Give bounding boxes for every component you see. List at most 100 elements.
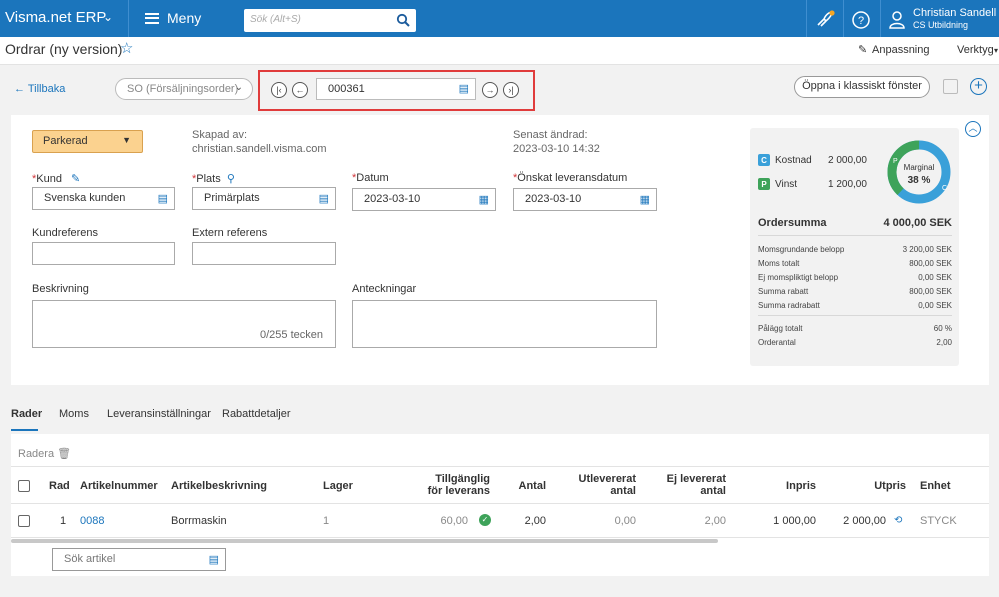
- cell-utpris[interactable]: 2 000,00: [826, 515, 886, 527]
- status-dropdown[interactable]: Parkerad ▼: [32, 130, 143, 153]
- select-all-checkbox[interactable]: [18, 480, 30, 492]
- row-checkbox[interactable]: [18, 515, 30, 527]
- column-header-lager[interactable]: Lager: [323, 480, 353, 492]
- cost-label: Kostnad: [775, 154, 812, 166]
- delete-label: Radera: [18, 448, 55, 460]
- cell-tillganglig: 60,00: [440, 515, 468, 527]
- column-header-utlevererat[interactable]: Utlevererat antal: [566, 473, 636, 497]
- global-search-input[interactable]: Sök (Alt+S): [244, 9, 416, 32]
- calendar-icon[interactable]: ▦: [479, 193, 489, 206]
- description-counter: 0/255 tecken: [260, 329, 323, 341]
- customer-ref-input[interactable]: [32, 242, 175, 265]
- cell-enhet: STYCK: [920, 515, 957, 527]
- edit-pencil-icon[interactable]: ✎: [71, 173, 80, 185]
- margin-donut-chart: P C Marginal 38 %: [887, 140, 951, 204]
- order-type-select[interactable]: SO (Försäljningsorder) ⌄: [115, 78, 253, 100]
- customer-label: *Kund ✎: [32, 172, 80, 185]
- notifications-rocket-icon[interactable]: [815, 10, 835, 31]
- horizontal-scrollbar[interactable]: [11, 539, 718, 543]
- customize-icon: ✎: [858, 44, 868, 56]
- menu-label: Meny: [167, 10, 202, 26]
- favorite-star-icon[interactable]: ☆: [120, 39, 133, 57]
- divider: [880, 0, 881, 37]
- date-input[interactable]: 2023-03-10 ▦: [352, 188, 496, 211]
- column-header-artikelnummer[interactable]: Artikelnummer: [80, 480, 158, 492]
- page-header: Ordrar (ny version) ☆ ✎ Anpassning Verkt…: [0, 37, 999, 65]
- column-header-tillganglig[interactable]: Tillgänglig för leverans: [420, 473, 490, 497]
- date-label: *Datum: [352, 172, 389, 184]
- user-name: Christian Sandell: [913, 7, 997, 19]
- add-icon[interactable]: +: [970, 78, 987, 95]
- last-record-icon[interactable]: ›|: [503, 82, 519, 98]
- trash-icon: 🗑: [57, 448, 72, 460]
- lookup-icon[interactable]: ▤: [158, 192, 168, 205]
- date-label-text: Datum: [356, 172, 389, 184]
- location-input[interactable]: Primärplats ▤: [192, 187, 336, 210]
- price-info-icon[interactable]: ⟲: [894, 515, 902, 526]
- column-header-ej-levererat[interactable]: Ej levererat antal: [656, 473, 726, 497]
- search-placeholder: Sök (Alt+S): [250, 14, 301, 25]
- article-search-input[interactable]: Sök artikel ▤: [52, 548, 226, 571]
- cell-antal[interactable]: 2,00: [505, 515, 546, 527]
- order-summary-panel: C Kostnad 2 000,00 P Vinst 1 200,00 P C …: [750, 128, 959, 366]
- divider: [758, 315, 952, 316]
- notes-textarea[interactable]: [352, 300, 657, 348]
- profit-row: P Vinst: [758, 178, 797, 190]
- location-label-text: Plats: [196, 173, 221, 185]
- summary-row: Pålägg totalt 60 %: [758, 324, 952, 333]
- app-brand[interactable]: Visma.net ERP: [5, 9, 106, 26]
- tab-leveransinstallningar[interactable]: Leveransinställningar: [107, 408, 211, 420]
- save-icon[interactable]: [943, 79, 958, 94]
- cell-inpris[interactable]: 1 000,00: [756, 515, 816, 527]
- divider: [11, 466, 989, 467]
- column-header-utpris[interactable]: Utpris: [866, 480, 906, 492]
- open-classic-window-button[interactable]: Öppna i klassiskt fönster: [794, 76, 930, 98]
- previous-record-icon[interactable]: ←: [292, 82, 308, 98]
- tab-rader[interactable]: Rader: [11, 408, 42, 420]
- next-record-icon[interactable]: →: [482, 82, 498, 98]
- requested-date-input[interactable]: 2023-03-10 ▦: [513, 188, 657, 211]
- tools-menu-button[interactable]: Verktyg: [957, 44, 994, 56]
- column-header-artikelbeskrivning[interactable]: Artikelbeskrivning: [171, 480, 267, 492]
- tab-moms[interactable]: Moms: [59, 408, 89, 420]
- column-header-rad[interactable]: Rad: [49, 480, 70, 492]
- summary-row: Ej momspliktigt belopp 0,00 SEK: [758, 273, 952, 282]
- cost-value: 2 000,00: [828, 155, 867, 166]
- requested-date-value: 2023-03-10: [525, 193, 582, 205]
- external-ref-label: Extern referens: [192, 227, 268, 239]
- summary-row: Momsgrundande belopp 3 200,00 SEK: [758, 245, 952, 254]
- column-header-antal[interactable]: Antal: [505, 480, 547, 492]
- back-link[interactable]: ← Tillbaka: [14, 83, 65, 95]
- description-textarea[interactable]: 0/255 tecken: [32, 300, 336, 348]
- date-value: 2023-03-10: [364, 193, 421, 205]
- customer-label-text: Kund: [36, 173, 62, 185]
- status-value: Parkerad: [43, 135, 88, 147]
- profit-badge: P: [758, 178, 770, 190]
- user-avatar-icon[interactable]: [889, 11, 905, 32]
- first-record-icon[interactable]: |‹: [271, 82, 287, 98]
- order-total-value: 4 000,00 SEK: [883, 217, 953, 229]
- lookup-icon[interactable]: ▤: [209, 553, 219, 566]
- delete-button[interactable]: Radera 🗑: [18, 447, 71, 460]
- customer-value: Svenska kunden: [44, 192, 126, 204]
- svg-text:?: ?: [858, 15, 864, 27]
- customize-button[interactable]: Anpassning: [872, 44, 930, 56]
- customer-input[interactable]: Svenska kunden ▤: [32, 187, 175, 210]
- menu-button[interactable]: Meny: [145, 10, 201, 26]
- calendar-icon[interactable]: ▦: [640, 193, 650, 206]
- order-number-input[interactable]: 000361 ▤: [316, 78, 476, 100]
- column-header-enhet[interactable]: Enhet: [920, 480, 951, 492]
- cell-artikelnummer-link[interactable]: 0088: [80, 515, 104, 527]
- page-title: Ordrar (ny version): [5, 41, 123, 57]
- help-icon[interactable]: ?: [852, 11, 870, 32]
- lookup-icon[interactable]: ▤: [459, 82, 469, 95]
- tools-caret-icon[interactable]: ▾: [994, 46, 998, 55]
- tab-rabattdetaljer[interactable]: Rabattdetaljer: [222, 408, 291, 420]
- collapse-icon[interactable]: ︿: [965, 121, 981, 137]
- chevron-down-icon[interactable]: ⌄: [103, 10, 113, 24]
- user-menu[interactable]: Christian Sandell CS Utbildning: [913, 7, 996, 31]
- external-ref-input[interactable]: [192, 242, 336, 265]
- column-header-inpris[interactable]: Inpris: [776, 480, 816, 492]
- order-type-value: SO (Försäljningsorder): [127, 83, 239, 95]
- lookup-icon[interactable]: ▤: [319, 192, 329, 205]
